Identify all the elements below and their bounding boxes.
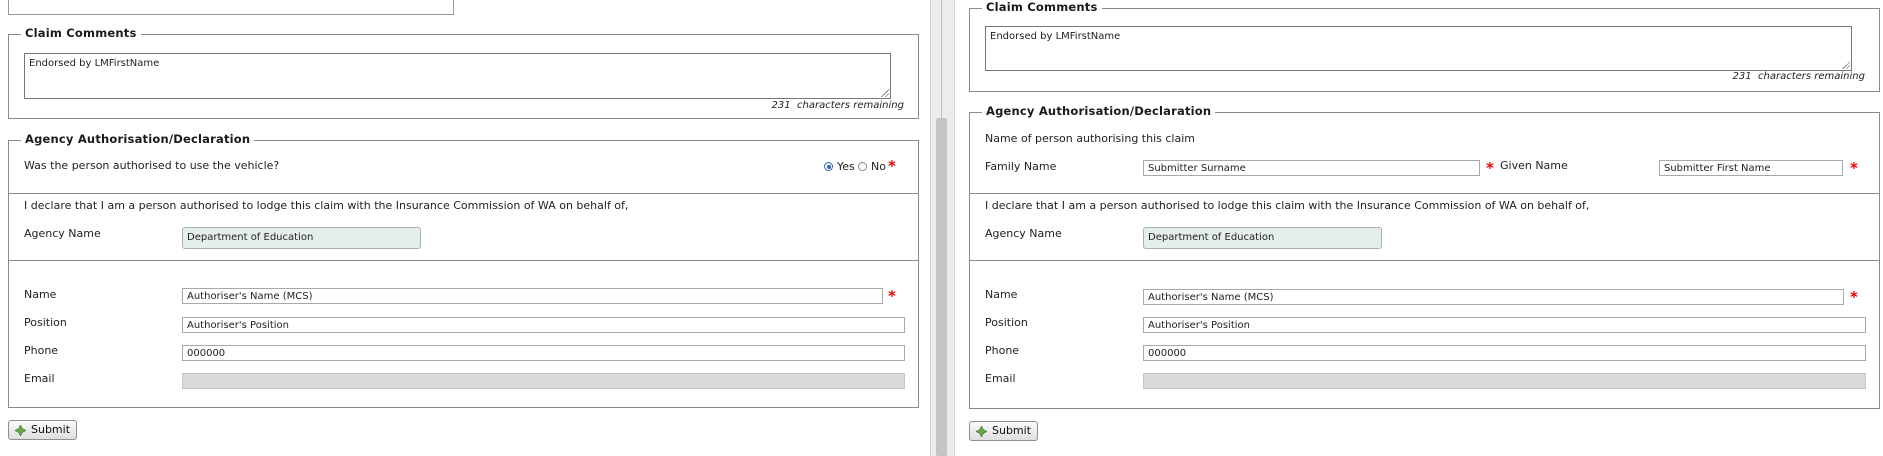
authoriser-phone-input[interactable]: 000000 <box>182 345 905 361</box>
agency-authorisation-legend: Agency Authorisation/Declaration <box>21 132 255 146</box>
yes-label[interactable]: Yes <box>837 160 855 173</box>
authoriser-name-input[interactable]: Authoriser's Name (MCS) <box>1143 289 1844 305</box>
submit-label: Submit <box>992 424 1032 437</box>
resize-grip-icon[interactable] <box>881 89 889 97</box>
characters-remaining-count: 231 <box>1732 71 1752 82</box>
section-divider <box>970 260 1879 261</box>
authoriser-position-input[interactable]: Authoriser's Position <box>182 317 905 333</box>
pane-divider-scrollbar[interactable] <box>930 0 955 456</box>
authoriser-position-input[interactable]: Authoriser's Position <box>1143 317 1866 333</box>
given-name-input[interactable]: Submitter First Name <box>1659 160 1843 176</box>
section-divider <box>9 260 918 261</box>
characters-remaining-count: 231 <box>771 100 791 111</box>
claim-comments-text: Endorsed by LMFirstName <box>990 31 1121 42</box>
previous-section-box-bottom <box>8 0 454 15</box>
characters-remaining: 231 characters remaining <box>1733 71 1865 82</box>
required-asterisk-icon: * <box>1486 159 1494 177</box>
claim-comments-fieldset: Claim Comments Endorsed by LMFirstName 2… <box>969 0 1880 92</box>
scrollbar-thumb[interactable] <box>936 118 947 456</box>
email-label: Email <box>985 372 1016 385</box>
characters-remaining-text: characters remaining <box>797 100 904 111</box>
agency-name-label: Agency Name <box>985 227 1062 240</box>
required-asterisk-icon: * <box>1850 159 1858 177</box>
claim-comments-textarea[interactable]: Endorsed by LMFirstName <box>24 53 891 99</box>
agency-authorisation-legend: Agency Authorisation/Declaration <box>982 104 1216 118</box>
authorising-person-heading: Name of person authorising this claim <box>985 132 1195 145</box>
claim-comments-legend: Claim Comments <box>982 0 1102 14</box>
characters-remaining: 231 characters remaining <box>772 100 904 111</box>
authoriser-phone-input[interactable]: 000000 <box>1143 345 1866 361</box>
required-asterisk-icon: * <box>888 287 896 305</box>
agency-name-field: Department of Education <box>182 227 421 249</box>
phone-label: Phone <box>985 344 1020 357</box>
claim-comments-legend: Claim Comments <box>21 26 141 40</box>
email-label: Email <box>24 372 55 385</box>
declaration-text: I declare that I am a person authorised … <box>985 199 1590 212</box>
submit-label: Submit <box>31 423 71 436</box>
required-asterisk-icon: * <box>1850 288 1858 306</box>
right-form-pane: Claim Comments Endorsed by LMFirstName 2… <box>953 0 1883 456</box>
given-name-label: Given Name <box>1500 159 1568 172</box>
yes-radio[interactable] <box>824 162 833 171</box>
name-label: Name <box>24 288 57 301</box>
agency-name-label: Agency Name <box>24 227 101 240</box>
left-form-pane: Claim Comments Endorsed by LMFirstName 2… <box>0 0 930 456</box>
agency-name-field: Department of Education <box>1143 227 1382 249</box>
resize-grip-icon[interactable] <box>1842 61 1850 69</box>
authoriser-email-input[interactable] <box>182 373 905 389</box>
authorised-question: Was the person authorised to use the veh… <box>24 159 280 172</box>
declaration-text: I declare that I am a person authorised … <box>24 199 629 212</box>
submit-button[interactable]: Submit <box>8 420 78 440</box>
claim-comments-text: Endorsed by LMFirstName <box>29 58 160 69</box>
submit-button[interactable]: Submit <box>969 421 1039 441</box>
required-asterisk-icon: * <box>888 157 896 175</box>
submit-icon <box>976 426 987 437</box>
name-label: Name <box>985 288 1018 301</box>
section-divider <box>970 193 1879 194</box>
agency-authorisation-fieldset: Agency Authorisation/Declaration Was the… <box>8 132 919 408</box>
submit-icon <box>15 425 26 436</box>
characters-remaining-text: characters remaining <box>1758 71 1865 82</box>
claim-comments-textarea[interactable]: Endorsed by LMFirstName <box>985 26 1852 71</box>
claim-comments-fieldset: Claim Comments Endorsed by LMFirstName 2… <box>8 26 919 119</box>
no-radio[interactable] <box>858 162 867 171</box>
phone-label: Phone <box>24 344 59 357</box>
family-name-input[interactable]: Submitter Surname <box>1143 160 1480 176</box>
position-label: Position <box>24 316 67 329</box>
authoriser-email-input[interactable] <box>1143 373 1866 389</box>
authoriser-name-input[interactable]: Authoriser's Name (MCS) <box>182 288 883 304</box>
no-label[interactable]: No <box>871 160 886 173</box>
position-label: Position <box>985 316 1028 329</box>
section-divider <box>9 193 918 194</box>
family-name-label: Family Name <box>985 160 1057 173</box>
agency-authorisation-fieldset: Agency Authorisation/Declaration Name of… <box>969 104 1880 409</box>
